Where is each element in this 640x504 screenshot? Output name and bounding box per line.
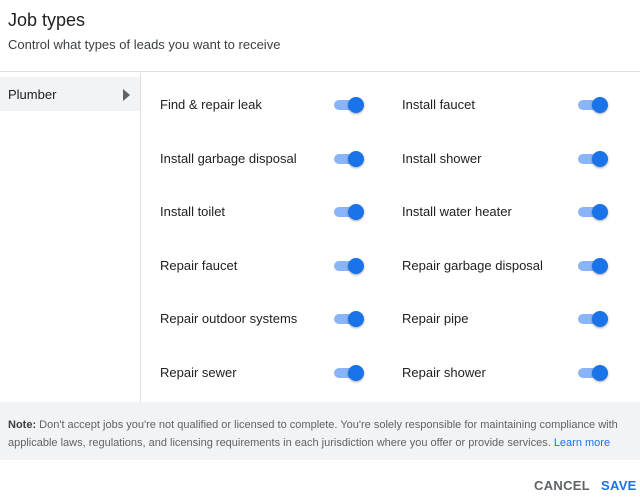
toggle-repair-garbage-disposal[interactable] xyxy=(578,258,608,274)
toggle-install-water-heater[interactable] xyxy=(578,204,608,220)
job-type-label: Repair faucet xyxy=(160,258,238,273)
job-type-label: Repair shower xyxy=(402,365,486,380)
compliance-note: Note: Don't accept jobs you're not quali… xyxy=(0,402,640,460)
job-type-install-toilet: Install toilet xyxy=(160,192,390,232)
toggle-install-garbage-disposal[interactable] xyxy=(334,151,364,167)
category-sidebar: Plumber xyxy=(0,73,141,402)
job-type-label: Repair garbage disposal xyxy=(402,258,543,273)
job-types-row: Repair sewer Repair shower xyxy=(142,353,640,393)
note-prefix: Note: xyxy=(8,419,37,431)
page-title: Job types xyxy=(8,10,86,30)
job-types-row: Find & repair leak Install faucet xyxy=(142,85,640,125)
toggle-repair-outdoor-systems[interactable] xyxy=(334,311,364,327)
toggle-install-faucet[interactable] xyxy=(578,97,608,113)
job-type-install-garbage-disposal: Install garbage disposal xyxy=(160,139,390,179)
dialog-header: Job types Control what types of leads yo… xyxy=(0,0,640,72)
job-type-repair-outdoor-systems: Repair outdoor systems xyxy=(160,299,390,339)
toggle-install-shower[interactable] xyxy=(578,151,608,167)
job-type-label: Install water heater xyxy=(402,204,512,219)
job-type-label: Repair sewer xyxy=(160,365,237,380)
toggle-repair-pipe[interactable] xyxy=(578,311,608,327)
job-type-repair-pipe: Repair pipe xyxy=(402,299,632,339)
job-type-install-water-heater: Install water heater xyxy=(402,192,632,232)
toggle-repair-sewer[interactable] xyxy=(334,365,364,381)
job-type-repair-garbage-disposal: Repair garbage disposal xyxy=(402,246,632,286)
job-types-row: Repair faucet Repair garbage disposal xyxy=(142,246,640,286)
job-type-repair-faucet: Repair faucet xyxy=(160,246,390,286)
sidebar-item-plumber[interactable]: Plumber xyxy=(0,77,140,111)
cancel-button[interactable]: CANCEL xyxy=(534,478,590,493)
job-types-row: Install toilet Install water heater xyxy=(142,192,640,232)
sidebar-item-label: Plumber xyxy=(8,87,57,102)
toggle-repair-shower[interactable] xyxy=(578,365,608,381)
job-type-label: Install faucet xyxy=(402,97,475,112)
chevron-right-icon xyxy=(123,89,130,101)
job-type-repair-sewer: Repair sewer xyxy=(160,353,390,393)
job-type-label: Repair pipe xyxy=(402,311,469,326)
toggle-find-repair-leak[interactable] xyxy=(334,97,364,113)
job-types-row: Repair outdoor systems Repair pipe xyxy=(142,299,640,339)
save-button[interactable]: SAVE xyxy=(601,478,637,493)
job-type-repair-shower: Repair shower xyxy=(402,353,632,393)
job-type-label: Find & repair leak xyxy=(160,97,262,112)
job-type-install-shower: Install shower xyxy=(402,139,632,179)
page-subtitle: Control what types of leads you want to … xyxy=(8,37,281,52)
note-text: Don't accept jobs you're not qualified o… xyxy=(8,419,618,449)
job-type-install-faucet: Install faucet xyxy=(402,85,632,125)
toggle-install-toilet[interactable] xyxy=(334,204,364,220)
job-type-label: Install shower xyxy=(402,151,482,166)
job-type-find-repair-leak: Find & repair leak xyxy=(160,85,390,125)
toggle-repair-faucet[interactable] xyxy=(334,258,364,274)
job-type-label: Repair outdoor systems xyxy=(160,311,298,326)
job-type-label: Install toilet xyxy=(160,204,226,219)
learn-more-link[interactable]: Learn more xyxy=(554,437,610,449)
job-type-label: Install garbage disposal xyxy=(160,151,297,166)
job-types-row: Install garbage disposal Install shower xyxy=(142,139,640,179)
job-types-grid: Find & repair leak Install faucet Instal… xyxy=(142,73,640,402)
